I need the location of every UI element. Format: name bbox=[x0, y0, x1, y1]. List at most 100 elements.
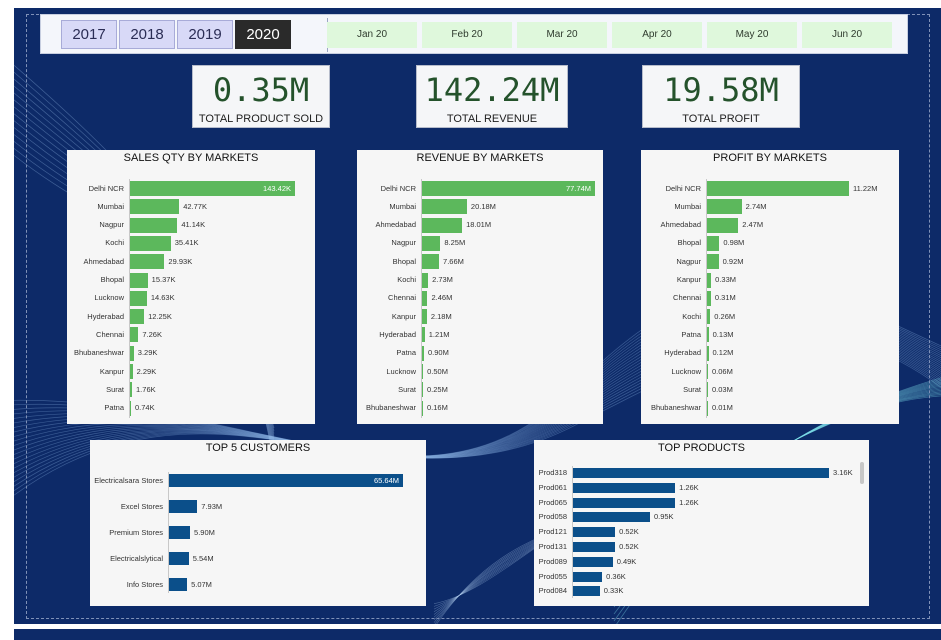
bar-category-label: Nagpur bbox=[99, 220, 124, 230]
bar[interactable] bbox=[707, 327, 709, 343]
bar-value-label: 65.64M bbox=[373, 475, 399, 485]
kpi-value: 142.24M bbox=[424, 71, 560, 109]
bar-value-label: 15.37K bbox=[151, 275, 176, 284]
bar[interactable] bbox=[573, 497, 676, 508]
bar-category-label: Hyderabad bbox=[87, 311, 124, 321]
bar[interactable] bbox=[130, 364, 133, 379]
year-button-2017[interactable]: 2017 bbox=[61, 20, 117, 49]
bar[interactable] bbox=[130, 199, 180, 215]
bar[interactable] bbox=[130, 382, 133, 398]
bar-category-label: Patna bbox=[104, 403, 124, 413]
bar[interactable] bbox=[130, 254, 165, 270]
month-button-mar[interactable]: Mar 20 bbox=[517, 22, 607, 48]
bar[interactable] bbox=[169, 500, 198, 513]
bar[interactable] bbox=[573, 512, 650, 523]
bar[interactable] bbox=[707, 199, 742, 215]
bar[interactable] bbox=[130, 327, 139, 343]
bar[interactable] bbox=[422, 309, 427, 325]
bar-value-label: 18.01M bbox=[466, 220, 492, 230]
bar[interactable] bbox=[130, 345, 134, 361]
bar-category-label: Excel Stores bbox=[120, 501, 163, 511]
bar[interactable] bbox=[707, 400, 708, 416]
bar-value-label: 2.46M bbox=[431, 293, 453, 303]
bar[interactable] bbox=[422, 382, 423, 398]
bar-value-label: 0.16M bbox=[427, 403, 448, 413]
bar[interactable] bbox=[422, 327, 425, 343]
bar[interactable] bbox=[573, 468, 829, 478]
month-button-jan[interactable]: Jan 20 bbox=[327, 22, 417, 48]
month-button-may[interactable]: May 20 bbox=[707, 22, 797, 48]
bar[interactable] bbox=[707, 181, 849, 196]
bar-value-label: 2.29K bbox=[136, 366, 157, 376]
bar-value-label: 3.16K bbox=[833, 468, 853, 477]
scrollbar-thumb[interactable] bbox=[860, 462, 864, 484]
bar[interactable] bbox=[169, 526, 191, 539]
bar-value-label: 7.66M bbox=[443, 256, 464, 266]
bar[interactable] bbox=[573, 482, 676, 493]
bar-value-label: 0.98M bbox=[723, 238, 745, 248]
bar[interactable] bbox=[422, 290, 428, 306]
bar-category-label: Surat bbox=[683, 384, 701, 394]
bar-value-label: 20.18M bbox=[470, 201, 496, 211]
bar-category-label: Nagpur bbox=[676, 256, 701, 266]
bar-value-label: 0.03M bbox=[712, 384, 733, 394]
bar[interactable] bbox=[707, 309, 711, 325]
chart-sales-qty-by-markets: SALES QTY BY MARKETS Delhi NCR 143.42K Mum… bbox=[67, 150, 315, 424]
bar[interactable] bbox=[130, 400, 131, 416]
bar[interactable] bbox=[130, 290, 147, 306]
bar[interactable] bbox=[573, 556, 613, 567]
bar-category-label: Ahmedabad bbox=[83, 256, 124, 266]
chart-title: REVENUE BY MARKETS bbox=[416, 152, 544, 164]
chart-top-5-customers: TOP 5 CUSTOMERS Electricalsara Stores 65.… bbox=[90, 440, 426, 606]
bar[interactable] bbox=[707, 235, 720, 251]
bar[interactable] bbox=[169, 552, 189, 565]
bar[interactable] bbox=[422, 364, 424, 379]
bar-value-label: 0.12M bbox=[712, 348, 734, 358]
bar-category-label: Delhi NCR bbox=[380, 183, 416, 193]
bar[interactable] bbox=[707, 217, 739, 233]
bar[interactable] bbox=[707, 345, 709, 361]
bar-category-label: Lucknow bbox=[94, 293, 124, 303]
bar[interactable] bbox=[707, 364, 708, 379]
bar[interactable] bbox=[573, 586, 600, 597]
bar-value-label: 0.50M bbox=[427, 366, 448, 376]
bar[interactable] bbox=[707, 382, 708, 398]
bar[interactable] bbox=[169, 578, 188, 591]
month-button-jun[interactable]: Jun 20 bbox=[802, 22, 892, 48]
bar[interactable] bbox=[707, 290, 711, 306]
year-button-2018[interactable]: 2018 bbox=[119, 20, 175, 49]
bar[interactable] bbox=[573, 542, 616, 552]
bar[interactable] bbox=[707, 254, 719, 270]
bar-category-label: Electricalsara Stores bbox=[94, 475, 163, 485]
bar[interactable] bbox=[130, 217, 178, 233]
bar[interactable] bbox=[707, 272, 712, 288]
bar[interactable] bbox=[422, 217, 463, 233]
bar-category-label: Surat bbox=[106, 384, 124, 394]
bar-value-label: 2.73M bbox=[432, 275, 453, 284]
bar-value-label: 0.90M bbox=[428, 348, 449, 358]
bar[interactable] bbox=[130, 272, 148, 288]
bar[interactable] bbox=[130, 309, 145, 325]
bar-category-label: Ahmedabad bbox=[375, 220, 416, 230]
bar[interactable] bbox=[422, 199, 467, 215]
month-button-feb[interactable]: Feb 20 bbox=[422, 22, 512, 48]
month-button-apr[interactable]: Apr 20 bbox=[612, 22, 702, 48]
bar-category-label: Lucknow bbox=[671, 366, 701, 376]
bar[interactable] bbox=[573, 571, 603, 582]
year-button-2019[interactable]: 2019 bbox=[177, 20, 233, 49]
bar[interactable] bbox=[573, 527, 616, 538]
bar-category-label: Prod061 bbox=[538, 482, 567, 492]
bar-category-label: Chennai bbox=[388, 293, 416, 303]
bar-category-label: Prod065 bbox=[538, 497, 567, 507]
bar-value-label: 2.47M bbox=[742, 220, 764, 230]
bar-value-label: 3.29K bbox=[137, 348, 158, 358]
chart-title: TOP PRODUCTS bbox=[658, 442, 745, 454]
bar[interactable] bbox=[422, 235, 441, 251]
bar[interactable] bbox=[422, 345, 424, 361]
bar[interactable] bbox=[130, 235, 171, 251]
bar[interactable] bbox=[422, 272, 429, 288]
chart-title: PROFIT BY MARKETS bbox=[713, 152, 827, 164]
year-button-2020[interactable]: 2020 bbox=[235, 20, 291, 49]
bar[interactable] bbox=[422, 254, 440, 270]
bar[interactable] bbox=[422, 400, 423, 416]
